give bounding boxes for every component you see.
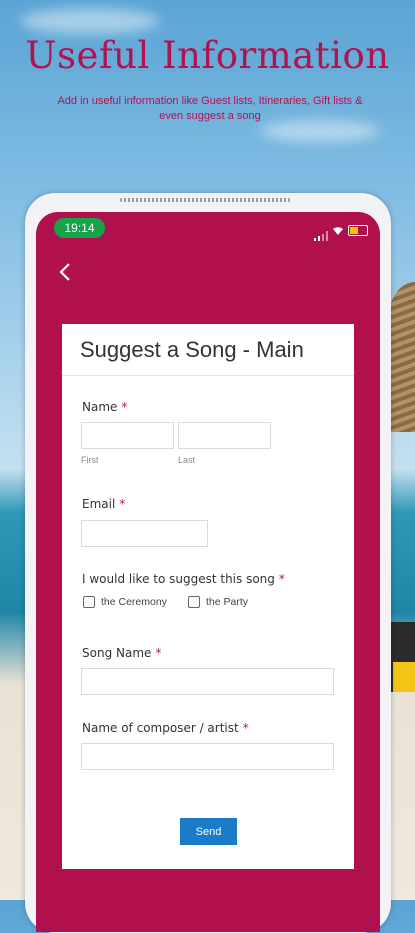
name-label: Name *: [82, 400, 128, 414]
composer-label: Name of composer / artist *: [82, 721, 249, 735]
first-sublabel: First: [81, 455, 99, 465]
checkbox[interactable]: [188, 596, 200, 608]
status-icons: [314, 221, 368, 241]
suggest-song-form: Suggest a Song - Main Name * First Last E…: [62, 324, 354, 869]
battery-icon: [348, 225, 368, 236]
app-screen: 19:14 Suggest a Song - Main Name * First …: [36, 212, 380, 932]
suggest-label: I would like to suggest this song *: [82, 572, 285, 586]
promo-subline: Add in useful information like Guest lis…: [57, 95, 363, 122]
checkbox[interactable]: [83, 596, 95, 608]
send-button[interactable]: Send: [180, 818, 237, 845]
email-input[interactable]: [81, 520, 208, 547]
back-chevron-icon[interactable]: [54, 260, 78, 284]
signal-icon: [314, 226, 328, 241]
cloud-decoration: [20, 8, 160, 34]
beach-chair-image: [391, 622, 415, 692]
composer-input[interactable]: [81, 743, 334, 770]
promo-headline: Useful Information: [25, 34, 390, 77]
wifi-icon: [332, 221, 344, 240]
option-ceremony[interactable]: the Ceremony: [83, 596, 167, 608]
song-name-input[interactable]: [81, 668, 334, 695]
first-name-input[interactable]: [81, 422, 174, 449]
phone-frame: 19:14 Suggest a Song - Main Name * First …: [25, 193, 391, 933]
song-name-label: Song Name *: [82, 646, 162, 660]
phone-speaker: [120, 198, 290, 202]
status-time: 19:14: [54, 218, 105, 238]
beach-umbrella-image: [389, 282, 415, 432]
email-label: Email *: [82, 497, 126, 511]
last-sublabel: Last: [178, 455, 196, 465]
last-name-input[interactable]: [178, 422, 271, 449]
option-party[interactable]: the Party: [188, 596, 248, 608]
form-title: Suggest a Song - Main: [62, 324, 354, 376]
